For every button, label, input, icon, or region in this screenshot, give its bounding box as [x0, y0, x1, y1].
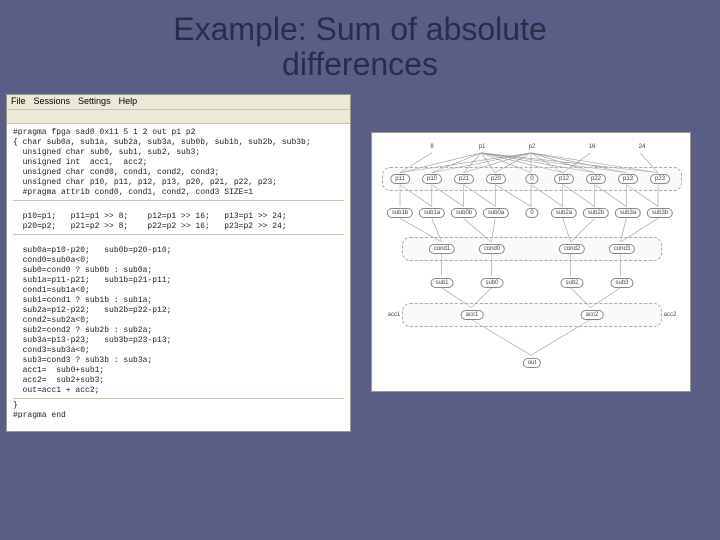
node-cond1: cond1: [429, 244, 455, 254]
code-line: cond2=sub2a<0;: [13, 316, 344, 326]
node-sub3b: sub3b: [647, 208, 673, 218]
node-p13: p13: [618, 174, 638, 184]
code-line: out=acc1 + acc2;: [13, 386, 344, 396]
node-sub1: sub1: [430, 278, 453, 288]
node-p21: p21: [454, 174, 474, 184]
title-line-1: Example: Sum of absolute: [173, 11, 547, 47]
node-sub0b: sub0b: [451, 208, 477, 218]
title-line-2: differences: [282, 46, 438, 82]
node-cond0: cond0: [479, 244, 505, 254]
input-p2: p2: [529, 144, 536, 150]
editor-toolbar: [7, 110, 350, 124]
node-sub2: sub2: [560, 278, 583, 288]
code-line: sub3a=p13-p23; sub3b=p23-p13;: [13, 336, 344, 346]
menu-help[interactable]: Help: [119, 96, 138, 107]
code-line: cond0=sub0a<0;: [13, 256, 344, 266]
label-acc1: acc1: [388, 312, 401, 318]
node-acc1: acc1: [461, 310, 484, 320]
editor-menubar: File Sessions Settings Help: [7, 95, 350, 109]
node-p12: p12: [554, 174, 574, 184]
code-line: unsigned int acc1, acc2;: [13, 158, 344, 168]
menu-settings[interactable]: Settings: [78, 96, 111, 107]
code-line: cond3=sub3a<0;: [13, 346, 344, 356]
code-line: acc1= sub0+sub1;: [13, 366, 344, 376]
node-cond2: cond2: [559, 244, 585, 254]
code-line: sub2a=p12-p22; sub2b=p22-p12;: [13, 306, 344, 316]
node-sub2b: sub2b: [583, 208, 609, 218]
node-p22: p22: [586, 174, 606, 184]
code-line: [13, 237, 344, 246]
code-line: #pragma end: [13, 411, 344, 421]
input-16: 16: [589, 144, 596, 150]
code-line: sub1=cond1 ? sub1b : sub1a;: [13, 296, 344, 306]
code-line: sub0=cond0 ? sub0b : sub0a;: [13, 266, 344, 276]
node-0: 0: [525, 174, 538, 184]
menu-sessions[interactable]: Sessions: [34, 96, 71, 107]
node-cond3: cond3: [609, 244, 635, 254]
code-area[interactable]: #pragma fpga sad0 0x11 5 1 2 out p1 p2{ …: [7, 124, 350, 431]
code-line: sub3=cond3 ? sub3b : sub3a;: [13, 356, 344, 366]
node-p23: p23: [650, 174, 670, 184]
code-line: sub1a=p11-p21; sub1b=p21-p11;: [13, 276, 344, 286]
node-p11: p11: [390, 174, 410, 184]
code-line: cond1=sub1a<0;: [13, 286, 344, 296]
code-line: [13, 203, 344, 212]
code-line: unsigned char cond0, cond1, cond2, cond3…: [13, 168, 344, 178]
code-line: unsigned char sub0, sub1, sub2, sub3;: [13, 148, 344, 158]
code-line: p10=p1; p11=p1 >> 8; p12=p1 >> 16; p13=p…: [13, 212, 344, 222]
input-p1: p1: [479, 144, 486, 150]
node-sub0a: sub0a: [483, 208, 509, 218]
code-line: #pragma fpga sad0 0x11 5 1 2 out p1 p2: [13, 128, 344, 138]
menu-file[interactable]: File: [11, 96, 26, 107]
node-p10: p10: [422, 174, 442, 184]
code-line: { char sub0a, sub1a, sub2a, sub3a, sub0b…: [13, 138, 344, 148]
input-8: 8: [430, 144, 433, 150]
node-0: 0: [525, 208, 538, 218]
node-sub1a: sub1a: [419, 208, 445, 218]
node-sub3a: sub3a: [615, 208, 641, 218]
slide-title: Example: Sum of absolute differences: [0, 0, 720, 86]
code-line: unsigned char p10, p11, p12, p13, p20, p…: [13, 178, 344, 188]
band-acc: [402, 303, 662, 327]
code-line: sub2=cond2 ? sub2b : sub2a;: [13, 326, 344, 336]
node-sub3: sub3: [610, 278, 633, 288]
node-acc2: acc2: [581, 310, 604, 320]
node-sub2a: sub2a: [551, 208, 577, 218]
node-sub1b: sub1b: [387, 208, 413, 218]
input-24: 24: [639, 144, 646, 150]
code-line: sub0a=p10-p20; sub0b=p20-p10;: [13, 246, 344, 256]
code-line: acc2= sub2+sub3;: [13, 376, 344, 386]
code-editor-window: File Sessions Settings Help #pragma fpga…: [6, 94, 351, 431]
code-line: #pragma attrib cond0, cond1, cond2, cond…: [13, 188, 344, 198]
code-line: }: [13, 401, 344, 411]
node-p20: p20: [486, 174, 506, 184]
code-line: p20=p2; p21=p2 >> 8; p22=p2 >> 16; p23=p…: [13, 222, 344, 232]
label-acc2: acc2: [664, 312, 677, 318]
node-out: out: [523, 358, 541, 368]
node-sub0: sub0: [480, 278, 503, 288]
dataflow-diagram: 8 p1 p2 16 24 p11 p10 p21 p20 0 p12 p22 p13 p23 sub1b s…: [371, 132, 691, 392]
